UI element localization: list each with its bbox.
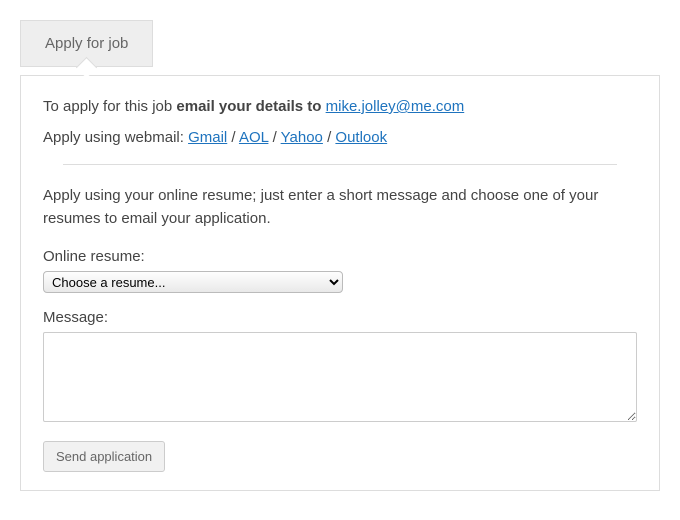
- apply-panel: To apply for this job email your details…: [20, 75, 660, 491]
- intro-prefix: To apply for this job: [43, 98, 176, 115]
- send-application-label: Send application: [56, 449, 152, 464]
- webmail-link-aol[interactable]: AOL: [239, 129, 268, 146]
- webmail-sep-3: /: [323, 129, 336, 146]
- webmail-prefix: Apply using webmail:: [43, 129, 188, 146]
- send-application-button[interactable]: Send application: [43, 441, 165, 472]
- resume-select[interactable]: Choose a resume...: [43, 271, 343, 293]
- webmail-link-outlook[interactable]: Outlook: [335, 129, 387, 146]
- apply-tab[interactable]: Apply for job: [20, 20, 153, 67]
- intro-line: To apply for this job email your details…: [43, 98, 637, 115]
- webmail-sep-2: /: [268, 129, 280, 146]
- message-textarea[interactable]: [43, 332, 637, 422]
- apply-tab-label: Apply for job: [45, 35, 128, 52]
- webmail-link-yahoo[interactable]: Yahoo: [281, 129, 323, 146]
- divider: [63, 164, 617, 165]
- message-label: Message:: [43, 309, 637, 326]
- resume-intro-text: Apply using your online resume; just ent…: [43, 185, 637, 230]
- intro-bold: email your details to: [176, 98, 325, 115]
- webmail-link-gmail[interactable]: Gmail: [188, 129, 227, 146]
- webmail-sep-1: /: [227, 129, 239, 146]
- apply-email-link[interactable]: mike.jolley@me.com: [326, 98, 465, 115]
- webmail-line: Apply using webmail: Gmail / AOL / Yahoo…: [43, 129, 637, 146]
- online-resume-label: Online resume:: [43, 248, 637, 265]
